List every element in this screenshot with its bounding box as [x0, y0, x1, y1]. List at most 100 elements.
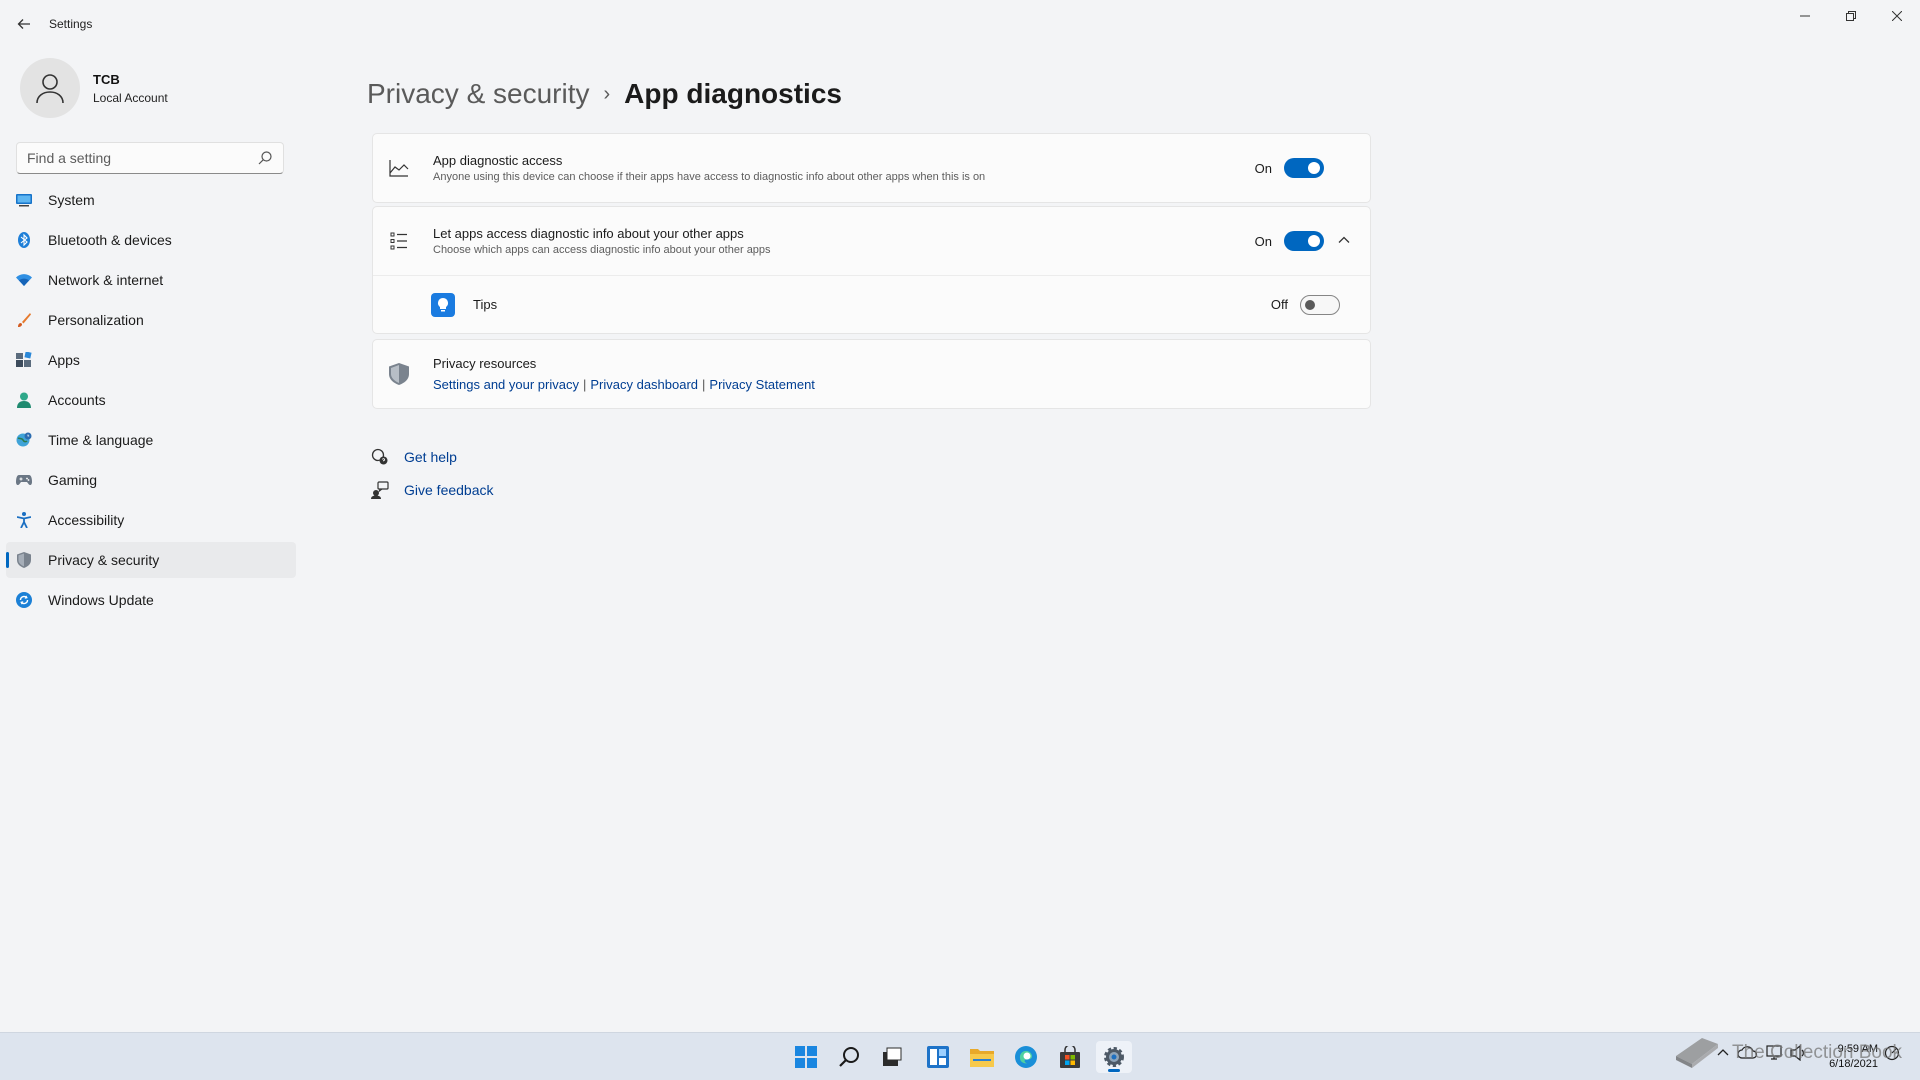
start-icon [795, 1046, 817, 1068]
sidebar-item-system[interactable]: System [6, 182, 296, 218]
privacy-dashboard-link[interactable]: Privacy dashboard [590, 377, 698, 392]
toggle-state-label: Off [1270, 297, 1288, 312]
get-help-label: Get help [404, 448, 457, 465]
search-box[interactable] [16, 142, 284, 174]
back-button[interactable] [10, 10, 38, 38]
sidebar-item-label: Bluetooth & devices [48, 232, 172, 248]
close-button[interactable] [1874, 4, 1920, 28]
shield-icon [16, 552, 32, 568]
sidebar-item-label: Time & language [48, 432, 154, 448]
sidebar-item-label: Privacy & security [48, 552, 160, 568]
privacy-resources-card: Privacy resources Settings and your priv… [372, 339, 1371, 409]
sidebar-item-label: System [48, 192, 95, 208]
title-bar: Settings [0, 0, 1920, 48]
edge-icon [1015, 1046, 1037, 1068]
monitor-icon [16, 192, 32, 208]
person-avatar-icon [36, 74, 64, 104]
let-apps-access-row[interactable]: Let apps access diagnostic info about yo… [373, 207, 1370, 275]
feedback-icon [371, 480, 389, 499]
give-feedback-link[interactable]: Give feedback [371, 473, 494, 506]
sidebar-item-label: Apps [48, 352, 80, 368]
privacy-statement-link[interactable]: Privacy Statement [709, 377, 815, 392]
sidebar-item-label: Personalization [48, 312, 144, 328]
page-title: App diagnostics [624, 78, 842, 109]
app-diagnostic-access-row: App diagnostic access Anyone using this … [373, 134, 1370, 202]
give-feedback-label: Give feedback [404, 481, 494, 498]
task-view-icon [883, 1047, 902, 1066]
restore-button[interactable] [1828, 4, 1874, 28]
setting-description: Choose which apps can access diagnostic … [433, 244, 771, 256]
sidebar-item-bluetooth[interactable]: Bluetooth & devices [6, 222, 296, 258]
close-icon [1892, 11, 1902, 21]
settings-and-your-privacy-link[interactable]: Settings and your privacy [433, 377, 579, 392]
taskbar: 9:59 AM 6/18/2021 [0, 1032, 1920, 1080]
get-help-icon [371, 448, 388, 464]
sidebar-item-label: Accounts [48, 392, 106, 408]
breadcrumb-separator: › [603, 82, 611, 105]
update-icon [16, 592, 32, 608]
edge-button[interactable] [1008, 1041, 1044, 1073]
sidebar-item-gaming[interactable]: Gaming [6, 462, 296, 498]
tips-toggle[interactable] [1300, 294, 1340, 315]
apps-icon [16, 352, 32, 368]
sidebar-item-accessibility[interactable]: Accessibility [6, 502, 296, 538]
tips-app-icon [431, 292, 455, 317]
link-separator: | [582, 377, 587, 392]
app-diagnostic-access-toggle[interactable] [1284, 158, 1324, 178]
sidebar-item-label: Network & internet [48, 272, 164, 288]
toggle-state-label: On [1254, 160, 1272, 176]
shield-icon [389, 363, 409, 385]
app-name: Tips [473, 297, 498, 312]
search-input[interactable] [27, 150, 257, 166]
link-separator: | [702, 377, 706, 392]
widgets-icon [927, 1046, 949, 1068]
sidebar-item-windows-update[interactable]: Windows Update [6, 582, 296, 618]
privacy-resources-title: Privacy resources [433, 356, 537, 371]
sidebar-item-network[interactable]: Network & internet [6, 262, 296, 298]
sidebar-item-accounts[interactable]: Accounts [6, 382, 296, 418]
app-title: Settings [49, 17, 93, 31]
file-explorer-button[interactable] [964, 1041, 1000, 1073]
let-apps-access-toggle[interactable] [1284, 231, 1324, 251]
sidebar-nav: System Bluetooth & devices Network & int… [6, 182, 296, 622]
chart-area-icon [389, 158, 409, 178]
setting-title: App diagnostic access [433, 153, 563, 168]
task-view-button[interactable] [874, 1041, 910, 1073]
watermark: The Collection Book [1676, 1038, 1903, 1068]
breadcrumb-parent-link[interactable]: Privacy & security [367, 78, 590, 110]
start-button[interactable] [788, 1041, 824, 1073]
app-diagnostic-access-card: App diagnostic access Anyone using this … [372, 133, 1371, 203]
user-profile[interactable]: TCB Local Account [20, 56, 168, 120]
app-row-tips: Tips Off [373, 275, 1370, 333]
sidebar-item-privacy-security[interactable]: Privacy & security [6, 542, 296, 578]
store-icon [1060, 1046, 1080, 1068]
help-links: Get help Give feedback [371, 440, 494, 506]
breadcrumb: Privacy & security › App diagnostics [367, 78, 842, 110]
widgets-button[interactable] [920, 1041, 956, 1073]
privacy-resources-links: Settings and your privacy | Privacy dashbo… [433, 377, 1370, 392]
sidebar-item-personalization[interactable]: Personalization [6, 302, 296, 338]
setting-title: Let apps access diagnostic info about yo… [433, 226, 744, 241]
privacy-resources-row: Privacy resources Settings and your priv… [373, 340, 1370, 408]
restore-icon [1846, 11, 1856, 21]
taskbar-search-button[interactable] [832, 1041, 868, 1073]
file-explorer-icon [970, 1049, 994, 1067]
sidebar-item-apps[interactable]: Apps [6, 342, 296, 378]
chevron-up-icon[interactable] [1336, 232, 1352, 248]
watermark-text: The Collection Book [1732, 1042, 1903, 1063]
sidebar-item-time-language[interactable]: Time & language [6, 422, 296, 458]
gamepad-icon [16, 472, 32, 488]
sidebar-item-label: Gaming [48, 472, 98, 488]
bluetooth-icon [16, 232, 32, 248]
minimize-button[interactable] [1782, 4, 1828, 28]
avatar [20, 58, 80, 118]
search-icon[interactable] [257, 150, 273, 166]
person-icon [16, 392, 32, 408]
accessibility-icon [16, 512, 32, 528]
sidebar-item-label: Accessibility [48, 512, 125, 528]
toggle-state-label: On [1254, 233, 1272, 249]
settings-taskbar-button[interactable] [1096, 1041, 1132, 1073]
get-help-link[interactable]: Get help [371, 440, 494, 473]
store-button[interactable] [1052, 1041, 1088, 1073]
profile-account-type: Local Account [93, 90, 168, 105]
